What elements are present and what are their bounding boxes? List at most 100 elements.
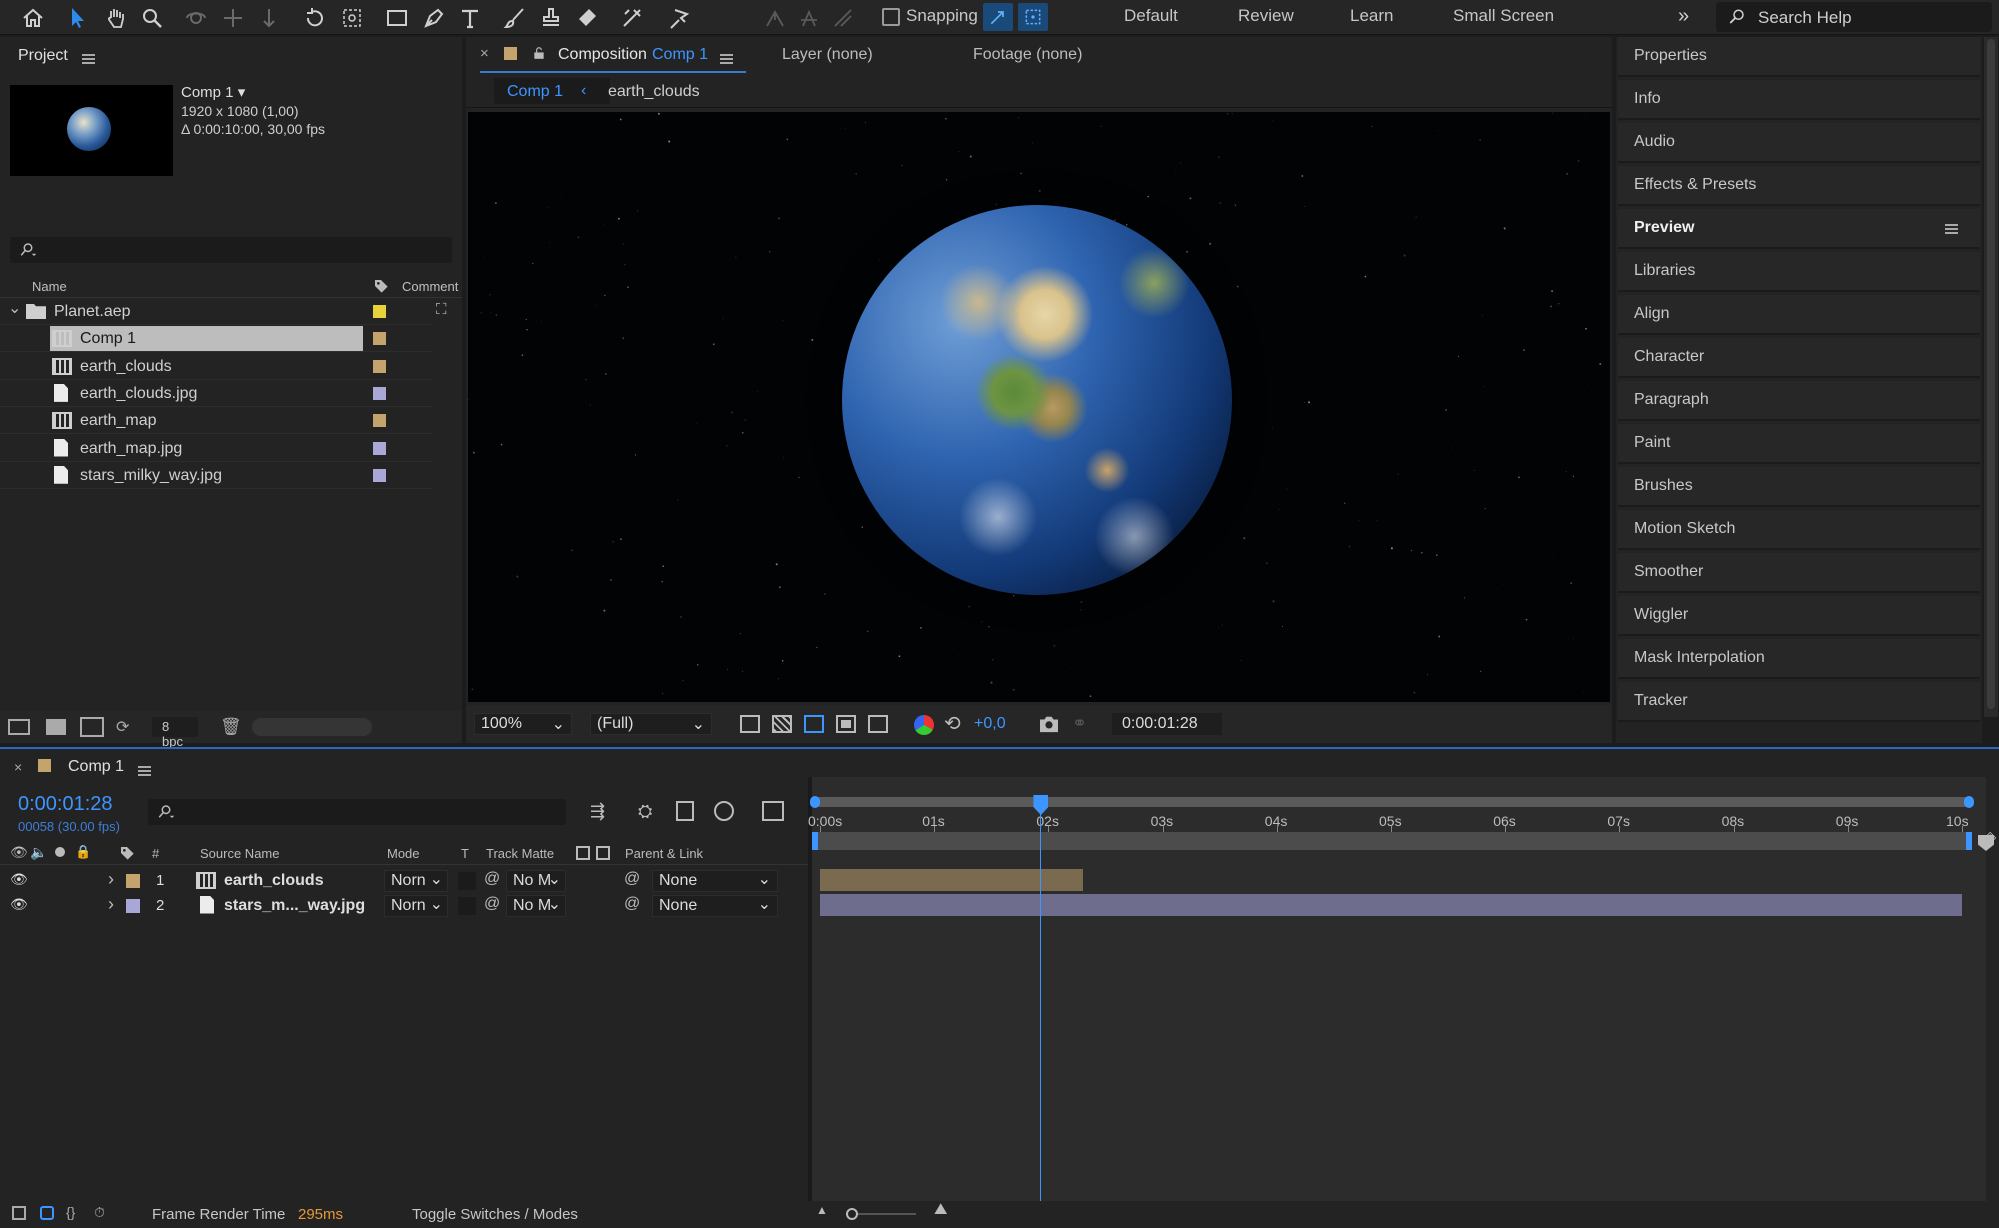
layer-mode-dropdown[interactable]: Norn⌄ (384, 895, 448, 917)
label-tag-icon[interactable] (118, 845, 136, 861)
timeline-menu-icon[interactable] (138, 766, 151, 776)
right-panel-scrollbar[interactable] (1984, 37, 1998, 717)
home-icon[interactable] (18, 3, 48, 33)
timeline-zoom-slider[interactable] (846, 1213, 916, 1215)
toggle-switches-modes-button[interactable]: Toggle Switches / Modes (412, 1206, 578, 1223)
interpret-footage-icon[interactable] (8, 719, 30, 735)
project-menu-icon[interactable] (82, 54, 95, 64)
selection-tool-icon[interactable] (63, 3, 93, 33)
label-color-swatch[interactable] (373, 305, 386, 318)
more-workspaces-icon[interactable]: » (1678, 5, 1689, 28)
track-matte-header[interactable]: Track Matte (486, 846, 554, 861)
panel-properties[interactable]: Properties (1618, 37, 1980, 77)
lock-icon[interactable] (532, 45, 546, 61)
preserve-transparency-toggle[interactable] (458, 872, 476, 890)
axis-local-icon[interactable] (760, 3, 790, 33)
composition-flowchart-icon[interactable]: ⇶ (590, 801, 605, 822)
label-color-swatch[interactable] (373, 360, 386, 373)
close-tab-icon[interactable]: × (480, 45, 489, 62)
project-item[interactable]: earth_clouds.jpg (0, 380, 460, 407)
preserve-transparency-toggle[interactable] (458, 897, 476, 915)
project-item[interactable]: earth_map.jpg (0, 435, 460, 462)
timeline-current-time[interactable]: 0:00:01:28 (18, 793, 113, 816)
layer-tab[interactable]: Layer (none) (782, 46, 873, 64)
parent-link-header[interactable]: Parent & Link (625, 846, 703, 861)
hand-tool-icon[interactable] (101, 3, 131, 33)
comment-column-header[interactable]: Comment (402, 279, 458, 294)
snap-edges-icon[interactable] (983, 3, 1013, 31)
rectangle-tool-icon[interactable] (382, 3, 412, 33)
show-channel-icon[interactable] (914, 715, 934, 735)
magnification-dropdown[interactable]: 100%⌄ (474, 713, 572, 735)
project-panel-title[interactable]: Project (18, 47, 68, 65)
panel-align[interactable]: Align (1618, 295, 1980, 335)
layer-switches-pane-icon[interactable] (12, 1206, 26, 1220)
playhead-line[interactable] (1040, 797, 1041, 1201)
breadcrumb-earth-clouds[interactable]: earth_clouds (608, 83, 700, 101)
eraser-tool-icon[interactable] (572, 3, 602, 33)
panel-wiggler[interactable]: Wiggler (1618, 596, 1980, 636)
project-search-input[interactable] (10, 237, 452, 263)
layer-visibility-icon[interactable]: 👁 (10, 896, 28, 913)
matte-pickwhip-icon[interactable]: @ (484, 895, 500, 913)
project-item[interactable]: Comp 1 (0, 325, 460, 352)
project-item[interactable]: stars_milky_way.jpg (0, 462, 460, 489)
panel-info[interactable]: Info (1618, 80, 1980, 120)
panel-paragraph[interactable]: Paragraph (1618, 381, 1980, 421)
dolly-camera-icon[interactable] (254, 3, 284, 33)
trash-icon[interactable]: 🗑 (220, 717, 242, 737)
comp-info-name[interactable]: Comp 1 ▾ (181, 83, 245, 101)
parent-dropdown[interactable]: None⌄ (652, 895, 778, 917)
track-matte-dropdown[interactable]: No M⌄ (506, 895, 566, 917)
zoom-out-icon[interactable]: ▲ (816, 1203, 828, 1217)
workspace-default[interactable]: Default (1124, 6, 1178, 26)
panel-effects-presets[interactable]: Effects & Presets (1618, 166, 1980, 206)
parent-pickwhip-icon[interactable]: @ (624, 870, 640, 888)
panel-brushes[interactable]: Brushes (1618, 467, 1980, 507)
layer-row[interactable]: 👁›2stars_m..._way.jpgNorn⌄@No M⌄@None⌄ (0, 894, 805, 918)
workspace-small-screen[interactable]: Small Screen (1453, 6, 1554, 26)
pan-camera-icon[interactable] (218, 3, 248, 33)
layer-duration-bar[interactable] (820, 869, 1083, 891)
project-item[interactable]: earth_map (0, 407, 460, 434)
motion-blur-icon[interactable] (714, 801, 734, 821)
name-column-header[interactable]: Name (32, 279, 67, 294)
project-item[interactable]: ⌄Planet.aep⛶ (0, 298, 460, 325)
label-color-swatch[interactable] (373, 442, 386, 455)
axis-view-icon[interactable] (828, 3, 858, 33)
thumbnail-size-slider[interactable] (252, 718, 372, 736)
source-name-header[interactable]: Source Name (200, 846, 279, 861)
timeline-comp-tab[interactable]: Comp 1 (68, 758, 124, 776)
panel-paint[interactable]: Paint (1618, 424, 1980, 464)
draft-3d-icon[interactable]: ⛭ (638, 801, 652, 822)
roto-brush-tool-icon[interactable] (617, 3, 647, 33)
parent-dropdown[interactable]: None⌄ (652, 870, 778, 892)
playhead-handle[interactable] (1033, 795, 1048, 815)
snapshot-camera-icon[interactable] (1038, 715, 1060, 733)
dependency-icon[interactable]: ⛶ (436, 301, 447, 318)
work-area-bar[interactable] (812, 832, 1972, 850)
preview-menu-icon[interactable] (1945, 224, 1958, 234)
expand-chevron-icon[interactable]: ⌄ (8, 298, 21, 318)
timeline-search-input[interactable] (148, 799, 566, 825)
panel-character[interactable]: Character (1618, 338, 1980, 378)
region-of-interest-icon[interactable] (804, 715, 824, 733)
composition-tab-label[interactable]: Composition (558, 46, 647, 64)
layer-source-name[interactable]: earth_clouds (224, 872, 324, 890)
snap-features-icon[interactable] (1018, 3, 1048, 31)
in-out-pane-icon[interactable]: {} (66, 1204, 75, 1220)
render-time-pane-icon[interactable]: ⏱ (94, 1204, 105, 1221)
fast-previews-icon[interactable] (740, 715, 760, 733)
panel-audio[interactable]: Audio (1618, 123, 1980, 163)
type-tool-icon[interactable] (455, 3, 485, 33)
project-settings-icon[interactable]: ⟳ (116, 717, 129, 737)
solo-switch-icon[interactable] (55, 847, 65, 857)
layer-duration-bar[interactable] (820, 894, 1962, 916)
label-color-swatch[interactable] (373, 387, 386, 400)
modes-pane-icon[interactable] (40, 1206, 54, 1220)
label-color-swatch[interactable] (373, 469, 386, 482)
mode-header[interactable]: Mode (387, 846, 420, 861)
parent-pickwhip-icon[interactable]: @ (624, 895, 640, 913)
layer-visibility-icon[interactable]: 👁 (10, 871, 28, 888)
label-tag-icon[interactable] (372, 278, 390, 294)
